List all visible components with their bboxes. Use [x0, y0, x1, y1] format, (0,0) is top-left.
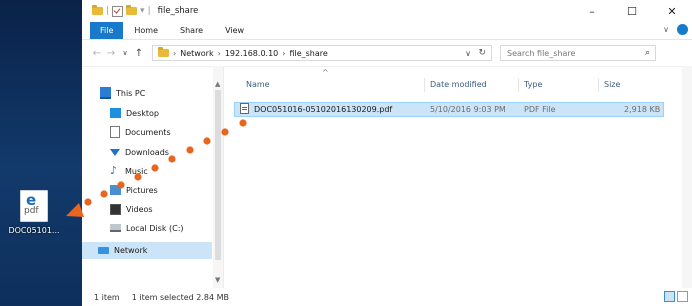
file-name[interactable]: DOC051016-05102016130209.pdf: [254, 105, 392, 114]
up-icon[interactable]: ↑: [132, 48, 146, 59]
sort-ascending-icon: ^: [322, 68, 329, 77]
large-icons-view-button[interactable]: [677, 291, 688, 302]
breadcrumb-share[interactable]: file_share: [289, 49, 327, 58]
nav-scrollbar[interactable]: ▲ ▼: [213, 66, 223, 288]
column-header-date[interactable]: Date modified: [430, 80, 487, 89]
desktop-file-label: DOC05101...: [8, 226, 60, 235]
customize-toolbar-icon[interactable]: ▾: [140, 6, 145, 16]
window-title: file_share: [157, 6, 199, 16]
file-type: PDF File: [524, 105, 556, 114]
ribbon: File Home Share View ∨: [82, 22, 692, 40]
recent-locations-icon[interactable]: ∨: [118, 49, 132, 57]
desktop-pdf-file[interactable]: e pdf DOC05101...: [4, 190, 64, 235]
maximize-button[interactable]: ☐: [612, 5, 652, 18]
tab-file[interactable]: File: [90, 22, 124, 39]
downloads-icon: [110, 148, 120, 156]
item-count: 1 item: [94, 292, 120, 302]
address-dropdown-icon[interactable]: ∨: [465, 49, 471, 58]
nav-item-videos[interactable]: Videos: [110, 202, 153, 216]
column-header-type[interactable]: Type: [524, 80, 542, 89]
back-icon[interactable]: ←: [90, 48, 104, 59]
title-bar: | ▾ | file_share – ☐ ✕: [82, 0, 692, 22]
help-icon[interactable]: [677, 24, 688, 35]
refresh-icon[interactable]: ↻: [478, 48, 486, 58]
nav-item-music[interactable]: ♪ Music: [110, 164, 148, 178]
folder-icon: [92, 5, 103, 15]
file-list-pane: ^ Name Date modified Type Size DOC051016…: [224, 66, 692, 288]
details-view-button[interactable]: [664, 291, 675, 302]
properties-icon[interactable]: [112, 5, 124, 17]
nav-item-network[interactable]: Network: [82, 242, 212, 259]
file-explorer-window: | ▾ | file_share – ☐ ✕ File Home Share V…: [82, 0, 692, 306]
search-icon: ⌕: [644, 48, 650, 58]
quick-access-toolbar: | ▾ | file_share: [82, 5, 199, 17]
file-date: 5/10/2016 9:03 PM: [430, 105, 506, 114]
close-button[interactable]: ✕: [652, 5, 692, 18]
minimize-button[interactable]: –: [572, 5, 612, 18]
column-header-name[interactable]: Name: [246, 80, 270, 89]
tab-share[interactable]: Share: [169, 26, 214, 35]
desktop-icon: [110, 108, 121, 118]
scroll-up-icon[interactable]: ▲: [215, 80, 220, 88]
content-area: This PC Desktop Documents Downloads ♪ Mu…: [82, 66, 692, 288]
nav-item-pictures[interactable]: Pictures: [110, 183, 158, 197]
expand-ribbon-icon[interactable]: ∨: [663, 25, 669, 34]
scroll-down-icon[interactable]: ▼: [215, 276, 220, 284]
tab-home[interactable]: Home: [123, 26, 169, 35]
pdf-file-icon: e pdf: [20, 190, 48, 222]
videos-icon: [110, 203, 121, 215]
documents-icon: [110, 126, 120, 138]
desktop: e pdf DOC05101...: [0, 0, 82, 306]
column-header-size[interactable]: Size: [604, 80, 620, 89]
file-list-scrollbar[interactable]: [682, 66, 692, 288]
nav-item-downloads[interactable]: Downloads: [110, 145, 169, 159]
forward-icon[interactable]: →: [104, 48, 118, 59]
new-folder-icon[interactable]: [126, 5, 138, 15]
pc-icon: [100, 87, 111, 99]
status-bar: 1 item 1 item selected 2.84 MB: [82, 288, 692, 306]
file-size: 2,918 KB: [624, 105, 661, 114]
disk-icon: [110, 224, 121, 232]
breadcrumb-host[interactable]: 192.168.0.10: [225, 49, 278, 58]
tab-view[interactable]: View: [214, 26, 255, 35]
address-bar[interactable]: › Network › 192.168.0.10 › file_share ∨ …: [152, 45, 492, 61]
navigation-pane: This PC Desktop Documents Downloads ♪ Mu…: [82, 66, 224, 288]
nav-item-documents[interactable]: Documents: [110, 125, 171, 139]
pictures-icon: [110, 185, 121, 195]
search-input[interactable]: Search file_share ⌕: [500, 45, 656, 61]
nav-item-this-pc[interactable]: This PC: [100, 86, 145, 100]
nav-scroll-thumb[interactable]: [215, 90, 221, 260]
address-folder-icon: [158, 47, 169, 57]
address-row: ← → ∨ ↑ › Network › 192.168.0.10 › file_…: [82, 40, 692, 67]
nav-item-desktop[interactable]: Desktop: [110, 106, 159, 120]
nav-item-local-disk[interactable]: Local Disk (C:): [110, 221, 184, 235]
network-icon: [98, 247, 109, 254]
breadcrumb-network[interactable]: Network: [180, 49, 213, 58]
pdf-file-icon: [240, 103, 249, 114]
selection-info: 1 item selected 2.84 MB: [131, 292, 230, 302]
music-icon: ♪: [110, 164, 118, 177]
